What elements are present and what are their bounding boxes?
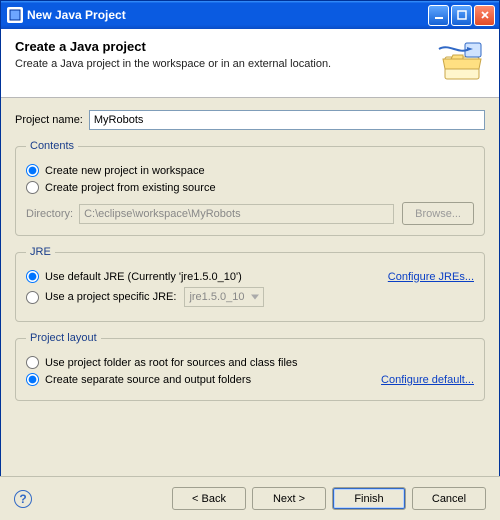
radio-root-folder-label: Use project folder as root for sources a… — [45, 357, 298, 369]
banner-subtext: Create a Java project in the workspace o… — [15, 58, 435, 70]
contents-legend: Contents — [26, 140, 78, 152]
directory-input — [79, 204, 394, 224]
radio-specific-jre-label: Use a project specific JRE: — [45, 291, 176, 303]
layout-legend: Project layout — [26, 332, 101, 344]
directory-label: Directory: — [26, 208, 73, 220]
minimize-button[interactable] — [428, 5, 449, 26]
maximize-button[interactable] — [451, 5, 472, 26]
finish-button[interactable]: Finish — [332, 487, 406, 510]
radio-separate-folders-label: Create separate source and output folder… — [45, 374, 251, 386]
radio-separate-folders[interactable] — [26, 373, 39, 386]
wizard-banner: Create a Java project Create a Java proj… — [1, 29, 499, 98]
jre-group: JRE Use default JRE (Currently 'jre1.5.0… — [15, 246, 485, 322]
radio-existing-source-label: Create project from existing source — [45, 182, 216, 194]
configure-default-link[interactable]: Configure default... — [381, 374, 474, 386]
project-name-input[interactable] — [89, 110, 485, 130]
project-name-label: Project name: — [15, 114, 83, 126]
contents-group: Contents Create new project in workspace… — [15, 140, 485, 236]
layout-group: Project layout Use project folder as roo… — [15, 332, 485, 401]
radio-default-jre-label: Use default JRE (Currently 'jre1.5.0_10'… — [45, 271, 242, 283]
radio-root-folder[interactable] — [26, 356, 39, 369]
banner-heading: Create a Java project — [15, 39, 435, 54]
titlebar[interactable]: New Java Project — [1, 1, 499, 29]
project-name-row: Project name: — [15, 110, 485, 130]
radio-specific-jre[interactable] — [26, 291, 39, 304]
radio-existing-source[interactable] — [26, 181, 39, 194]
radio-new-workspace-label: Create new project in workspace — [45, 165, 205, 177]
window-title: New Java Project — [27, 8, 126, 22]
next-button[interactable]: Next > — [252, 487, 326, 510]
specific-jre-select: jre1.5.0_10 — [184, 287, 264, 307]
browse-button: Browse... — [402, 202, 474, 225]
configure-jres-link[interactable]: Configure JREs... — [388, 271, 474, 283]
close-button[interactable] — [474, 5, 495, 26]
radio-default-jre[interactable] — [26, 270, 39, 283]
radio-new-workspace[interactable] — [26, 164, 39, 177]
cancel-button[interactable]: Cancel — [412, 487, 486, 510]
window-icon — [7, 7, 23, 23]
wizard-footer: ? < Back Next > Finish Cancel — [0, 476, 500, 520]
jre-legend: JRE — [26, 246, 55, 258]
back-button[interactable]: < Back — [172, 487, 246, 510]
help-icon[interactable]: ? — [14, 490, 32, 508]
folder-java-icon — [435, 39, 487, 87]
